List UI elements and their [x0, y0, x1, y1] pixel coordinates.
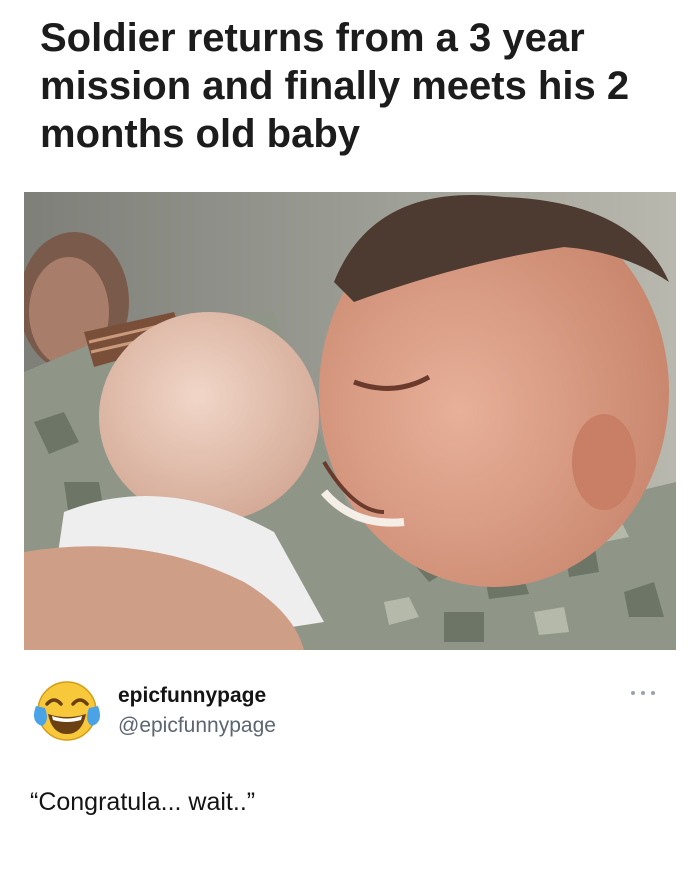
display-name[interactable]: epicfunnypage: [118, 684, 266, 708]
headline: Soldier returns from a 3 year mission an…: [40, 16, 630, 156]
soldier-baby-photo: [24, 192, 676, 650]
more-options-icon[interactable]: [628, 686, 658, 698]
tears-of-joy-emoji-icon[interactable]: [32, 676, 102, 746]
tweet-text: “Congratula... wait..”: [30, 788, 256, 816]
user-handle[interactable]: @epicfunnypage: [118, 714, 276, 738]
tweet-header: epicfunnypage @epicfunnypage: [32, 676, 672, 746]
